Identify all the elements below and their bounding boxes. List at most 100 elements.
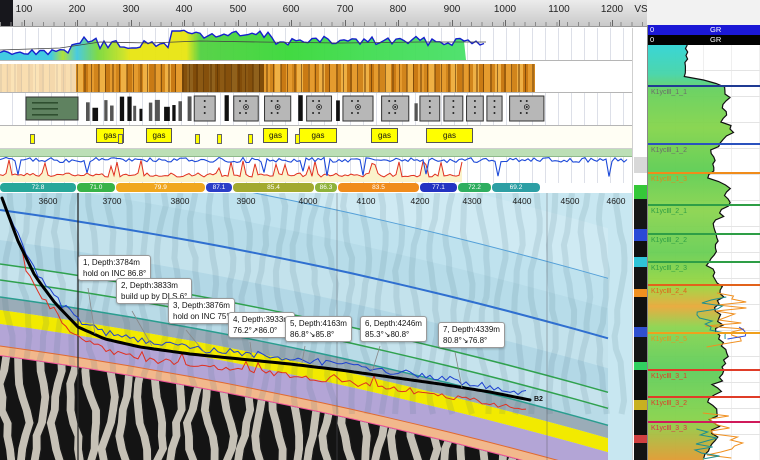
seismic-depth-label: 4600 bbox=[607, 196, 626, 206]
gas-show-tick bbox=[295, 134, 300, 144]
ruler-tick bbox=[77, 20, 78, 26]
sidebar-top-spacer bbox=[647, 0, 760, 25]
strip-lith-block bbox=[634, 327, 647, 337]
inclination-segment-bar: 72.871.079.987.185.486.383.577.172.269.2 bbox=[0, 183, 632, 193]
ruler-tick-label: 500 bbox=[230, 4, 247, 15]
strip-lith-block bbox=[634, 289, 647, 297]
formation-band-dark-section bbox=[182, 64, 264, 92]
inclination-segment: 83.5 bbox=[338, 183, 419, 192]
trajectory-annotation-callout[interactable]: 5, Depth:4163m86.8°↘85.8° bbox=[285, 316, 352, 342]
formation-top-line bbox=[648, 284, 760, 286]
inclination-segment: 72.2 bbox=[458, 183, 491, 192]
ruler-tick-label: 1200 bbox=[601, 4, 623, 15]
ruler-tick bbox=[345, 20, 346, 26]
formation-band-light-section bbox=[0, 64, 76, 92]
strip-lith-block bbox=[634, 257, 647, 267]
ruler-tick-label: 800 bbox=[390, 4, 407, 15]
gas-show-tick bbox=[248, 134, 253, 144]
ruler-tick bbox=[291, 20, 292, 26]
callout-depth: 7, Depth:4339m bbox=[443, 324, 500, 335]
target-label-b2: B2 bbox=[534, 396, 543, 403]
strip-lith-block bbox=[634, 199, 647, 229]
formation-top-line bbox=[648, 396, 760, 398]
ruler-tick bbox=[238, 20, 239, 26]
ruler-tick-label: 600 bbox=[283, 4, 300, 15]
formation-top-label: K1ycⅢ_3_2 bbox=[651, 399, 687, 407]
inclination-segment: 79.9 bbox=[116, 183, 205, 192]
seismic-depth-label: 3700 bbox=[103, 196, 122, 206]
callout-depth: 3, Depth:3876m bbox=[173, 300, 230, 311]
ruler-tick-label: 400 bbox=[176, 4, 193, 15]
ruler-unit-label: VS bbox=[634, 4, 647, 15]
ruler-tick-label: 900 bbox=[444, 4, 461, 15]
callout-depth: 4, Depth:3933m bbox=[233, 314, 290, 325]
formation-top-label: K1ycⅢ_1_3 bbox=[651, 175, 687, 183]
gas-show-box: gas bbox=[146, 128, 172, 143]
gr-scale-min: 0 bbox=[650, 35, 654, 45]
strip-lith-block bbox=[634, 443, 647, 460]
trajectory-annotation-callout[interactable]: 7, Depth:4339m80.8°↘76.8° bbox=[438, 322, 505, 348]
ruler-tick bbox=[131, 20, 132, 26]
inclination-segment: 87.1 bbox=[206, 183, 232, 192]
callout-action: 86.8°↘85.8° bbox=[290, 329, 347, 340]
gas-show-tick bbox=[30, 134, 35, 144]
strip-lith-block bbox=[634, 185, 647, 199]
track-lithology[interactable] bbox=[0, 93, 632, 126]
track-gr-vs-curve[interactable] bbox=[0, 28, 632, 61]
ruler-tick bbox=[505, 20, 506, 26]
inclination-segment: 71.0 bbox=[77, 183, 115, 192]
ruler-tick bbox=[184, 20, 185, 26]
seismic-depth-label: 4000 bbox=[299, 196, 318, 206]
gas-show-tick bbox=[195, 134, 200, 144]
gas-show-box: gas bbox=[299, 128, 337, 143]
gr-curve-name: GR bbox=[710, 25, 721, 35]
strip-lith-block bbox=[634, 337, 647, 362]
ruler-tick-label: 1000 bbox=[494, 4, 516, 15]
track-logging-curves[interactable] bbox=[0, 149, 632, 184]
seismic-depth-label: 4400 bbox=[513, 196, 532, 206]
inclination-segment: 85.4 bbox=[233, 183, 314, 192]
seismic-depth-label: 4300 bbox=[463, 196, 482, 206]
track-gas-shows[interactable]: gasgasgasgasgasgas bbox=[0, 126, 632, 149]
gas-show-tick bbox=[217, 134, 222, 144]
gr-log-plot[interactable]: K1ycⅢ_1_1 K1ycⅢ_1_2 K1ycⅢ_1_3 K1ycⅢ_2_1 K1yc… bbox=[648, 45, 760, 460]
offset-well-gr-panel[interactable]: 0 GR 0 GR K1ycⅢ_1_1K1ycⅢ_1_2K1ycⅢ_1_3K1y… bbox=[647, 25, 760, 460]
formation-top-label: K1ycⅢ_2_1 bbox=[651, 207, 687, 215]
gr-curve-name: GR bbox=[710, 35, 721, 45]
inclination-segment: 72.8 bbox=[0, 183, 76, 192]
formation-top-label: K1ycⅢ_1_2 bbox=[651, 146, 687, 154]
ruler-tick bbox=[559, 20, 560, 26]
formation-top-label: K1ycⅢ_2_2 bbox=[651, 236, 687, 244]
gas-show-box: gas bbox=[426, 128, 473, 143]
formation-top-label: K1ycⅢ_1_1 bbox=[651, 88, 687, 96]
track-formation-color-band[interactable] bbox=[0, 61, 632, 93]
strip-lith-block bbox=[634, 435, 647, 443]
strip-lith-block bbox=[634, 229, 647, 241]
formation-top-line bbox=[648, 369, 760, 371]
formation-top-line bbox=[648, 204, 760, 206]
strip-lith-block bbox=[634, 241, 647, 257]
callout-action: 80.8°↘76.8° bbox=[443, 335, 500, 346]
gr-scale-min: 0 bbox=[650, 25, 654, 35]
formation-top-line bbox=[648, 85, 760, 87]
callout-depth: 6, Depth:4246m bbox=[365, 318, 422, 329]
ruler-tick bbox=[24, 20, 25, 26]
logging-curves-graphic bbox=[0, 149, 632, 183]
seismic-section-view[interactable]: 3500360037003800390040004100420043004400… bbox=[0, 193, 632, 460]
callout-depth: 2, Depth:3833m bbox=[121, 280, 187, 291]
trajectory-annotation-callout[interactable]: 6, Depth:4246m85.3°↘80.8° bbox=[360, 316, 427, 342]
ruler-tick bbox=[398, 20, 399, 26]
trajectory-annotation-callout[interactable]: 3, Depth:3876mhold on INC 75° bbox=[168, 298, 235, 324]
ruler-tick-label: 300 bbox=[123, 4, 140, 15]
inclination-segment: 77.1 bbox=[420, 183, 457, 192]
strip-lith-block bbox=[634, 362, 647, 370]
ruler-tick-label: 100 bbox=[16, 4, 33, 15]
gas-show-box: gas bbox=[371, 128, 398, 143]
strip-lith-block bbox=[634, 410, 647, 435]
formation-top-label: K1ycⅢ_2_3 bbox=[651, 264, 687, 272]
seismic-depth-label: 3900 bbox=[237, 196, 256, 206]
strip-lith-block bbox=[634, 370, 647, 400]
geosteering-app-window: 100200300400500600700800900100011001200V… bbox=[0, 0, 760, 460]
gr-vs-curve-graphic bbox=[0, 28, 632, 60]
callout-action: 76.2°↗86.0° bbox=[233, 325, 290, 336]
